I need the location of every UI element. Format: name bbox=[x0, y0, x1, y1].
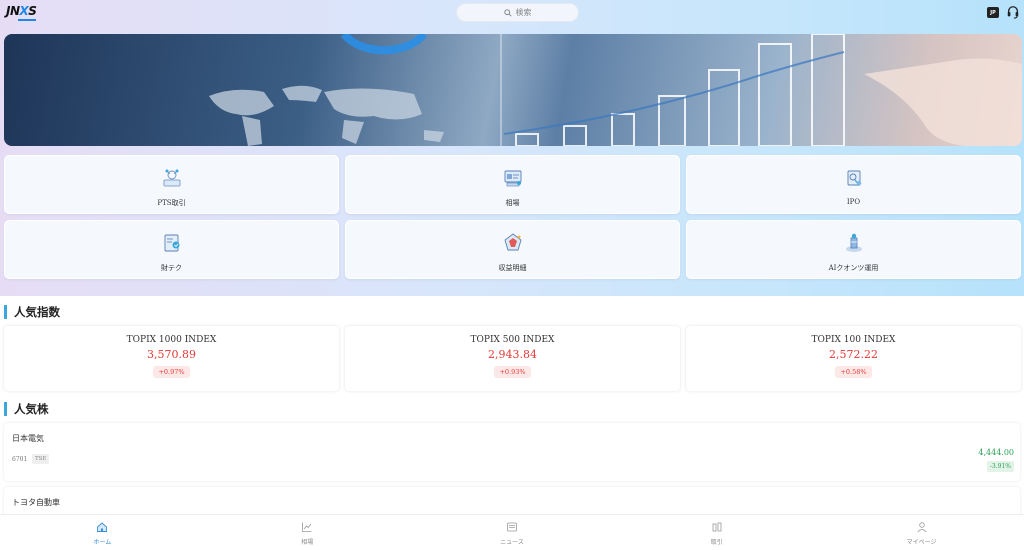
stock-name: トヨタ自動車 bbox=[12, 498, 60, 507]
stock-name: 日本電気 bbox=[12, 434, 44, 443]
nav-label: マイページ bbox=[906, 539, 937, 546]
tile-pts-trade[interactable]: PTS取引 bbox=[4, 155, 339, 214]
nav-item-trade[interactable]: 取引 bbox=[614, 515, 819, 550]
index-card[interactable]: TOPIX 100 INDEX 2,572.22 +0.58% bbox=[686, 326, 1021, 391]
promo-banner[interactable] bbox=[4, 34, 1022, 146]
headset-icon[interactable] bbox=[1006, 5, 1020, 19]
nav-label: 相場 bbox=[301, 539, 314, 546]
wealth-icon bbox=[164, 234, 179, 252]
tile-label: 財テク bbox=[161, 264, 182, 272]
index-value: 3,570.89 bbox=[147, 348, 196, 361]
language-button[interactable]: JP bbox=[987, 7, 999, 18]
tile-ai-quant[interactable]: AIクオンツ運用 bbox=[686, 220, 1021, 279]
tile-label: IPO bbox=[846, 198, 861, 206]
index-card[interactable]: TOPIX 1000 INDEX 3,570.89 +0.97% bbox=[4, 326, 339, 391]
nav-item-home[interactable]: ホーム bbox=[0, 515, 205, 550]
search-icon bbox=[503, 8, 512, 17]
nav-item-mypage[interactable]: マイページ bbox=[819, 515, 1024, 550]
tile-label: AIクオンツ運用 bbox=[828, 264, 879, 272]
nav-label: ホーム bbox=[93, 539, 112, 546]
stock-code: 6701 bbox=[12, 456, 28, 463]
tile-label: 相場 bbox=[505, 199, 520, 207]
nav-item-market[interactable]: 相場 bbox=[205, 515, 410, 550]
earnings-icon bbox=[503, 233, 522, 251]
tile-earnings[interactable]: 収益明細 bbox=[345, 220, 680, 279]
app-logo[interactable]: JNXS bbox=[6, 4, 50, 24]
stock-change-badge: -3.91% bbox=[986, 461, 1014, 472]
index-name: TOPIX 1000 INDEX bbox=[126, 335, 217, 345]
index-change-badge: +0.97% bbox=[153, 366, 190, 378]
banner-image bbox=[209, 34, 1022, 146]
tile-wealth[interactable]: 財テク bbox=[4, 220, 339, 279]
stock-price: 4,444.00 bbox=[978, 448, 1014, 457]
index-change-badge: +0.58% bbox=[835, 366, 872, 378]
home-icon bbox=[97, 522, 108, 532]
ipo-icon bbox=[847, 170, 861, 186]
search-placeholder: 検索 bbox=[515, 8, 532, 17]
chart-icon bbox=[302, 522, 312, 532]
trade-icon bbox=[712, 522, 722, 532]
tile-ipo[interactable]: IPO bbox=[686, 155, 1021, 214]
ai-quant-icon bbox=[845, 233, 862, 252]
news-icon bbox=[507, 522, 517, 532]
nav-item-news[interactable]: ニュース bbox=[410, 515, 615, 550]
tile-label: PTS取引 bbox=[157, 199, 186, 207]
index-card[interactable]: TOPIX 500 INDEX 2,943.84 +0.93% bbox=[345, 326, 680, 391]
index-name: TOPIX 500 INDEX bbox=[470, 335, 555, 345]
nav-label: ニュース bbox=[500, 539, 524, 546]
index-value: 2,572.22 bbox=[829, 348, 878, 361]
section-title-popular-indices: 人気指数 bbox=[4, 305, 60, 319]
index-name: TOPIX 100 INDEX bbox=[811, 335, 896, 345]
tile-label: 収益明細 bbox=[498, 264, 527, 272]
stock-row[interactable]: 日本電気 6701 TSE 4,444.00 -3.91% bbox=[4, 423, 1020, 481]
index-value: 2,943.84 bbox=[488, 348, 537, 361]
search-input[interactable]: 検索 bbox=[456, 3, 579, 22]
exchange-badge: TSE bbox=[32, 454, 50, 464]
market-icon bbox=[504, 170, 521, 187]
nav-label: 取引 bbox=[710, 539, 723, 546]
section-title-popular-stocks: 人気株 bbox=[4, 402, 49, 416]
index-change-badge: +0.93% bbox=[494, 366, 531, 378]
header: JNXS 検索 JP bbox=[0, 0, 1024, 28]
pts-trade-icon bbox=[163, 169, 180, 187]
bottom-nav: ホーム 相場 ニュース 取引 マイページ bbox=[0, 514, 1024, 550]
user-icon bbox=[917, 522, 927, 533]
tile-market[interactable]: 相場 bbox=[345, 155, 680, 214]
